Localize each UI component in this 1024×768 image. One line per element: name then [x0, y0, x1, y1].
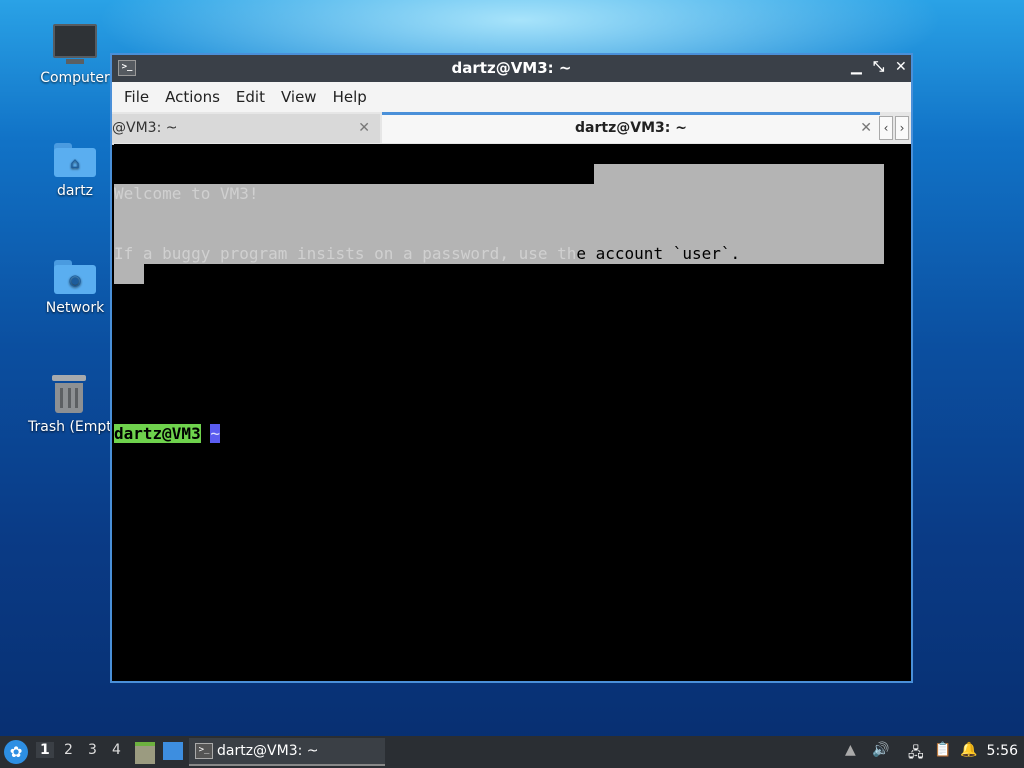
- prompt-user: dartz@VM3: [114, 424, 201, 443]
- menu-view[interactable]: View: [273, 88, 325, 106]
- terminal-window: >_ dartz@VM3: ~ ▁ ⤡ ✕ File Actions Edit …: [110, 53, 913, 683]
- tray-up-arrow-icon[interactable]: ▲: [845, 742, 856, 758]
- prompt-dir: ~: [210, 424, 220, 443]
- clock[interactable]: 5:56: [987, 743, 1018, 759]
- menu-actions[interactable]: Actions: [157, 88, 228, 106]
- network-icon[interactable]: 🖧: [908, 742, 924, 766]
- terminal-line: Welcome to VM3!: [114, 184, 259, 203]
- typed-command: sudo rm /bin: [239, 424, 365, 443]
- terminal-prompt-line: dartz@VM3:~$ sudo rm /bin: [114, 424, 740, 444]
- taskbar-task-terminal[interactable]: >_ dartz@VM3: ~: [189, 738, 385, 766]
- menu-edit[interactable]: Edit: [228, 88, 273, 106]
- taskbar: ✿ 1 2 3 4 >_ dartz@VM3: ~ ▲ 🔊 🖧 📋 🔔 5:56: [0, 736, 1024, 768]
- tab-1[interactable]: @VM3: ~ ✕: [112, 114, 380, 143]
- terminal-area[interactable]: Welcome to VM3! If a buggy program insis…: [114, 144, 911, 681]
- computer-icon: [53, 24, 97, 64]
- terminal-line: The passsword for that account is simply…: [114, 304, 577, 323]
- notification-icon[interactable]: 🔔: [960, 742, 977, 758]
- workspace-4[interactable]: 4: [112, 742, 121, 758]
- show-desktop-icon[interactable]: [163, 742, 183, 760]
- tab-next-button[interactable]: ›: [895, 116, 909, 140]
- volume-icon[interactable]: 🔊: [872, 742, 889, 758]
- menu-help[interactable]: Help: [325, 88, 375, 106]
- file-manager-icon[interactable]: [135, 742, 155, 764]
- trash-icon: [52, 375, 86, 413]
- window-titlebar[interactable]: >_ dartz@VM3: ~ ▁ ⤡ ✕: [112, 55, 911, 82]
- tab-bar: @VM3: ~ ✕ dartz@VM3: ~ ✕ ‹ ›: [112, 112, 911, 145]
- tab-label: dartz@VM3: ~: [575, 120, 687, 136]
- tab-close-icon[interactable]: ✕: [358, 120, 370, 136]
- desktop-icon-trash[interactable]: Trash (Empty): [26, 375, 112, 435]
- desktop-icon-label: Trash (Empty): [28, 419, 112, 435]
- home-folder-icon: ⌂: [54, 143, 96, 177]
- start-menu-icon[interactable]: ✿: [4, 740, 28, 764]
- tab-label: @VM3: ~: [112, 120, 178, 136]
- close-button[interactable]: ✕: [895, 59, 907, 75]
- workspace-3[interactable]: 3: [88, 742, 97, 758]
- terminal-task-icon: >_: [195, 743, 213, 759]
- text-cursor: [366, 425, 377, 442]
- tab-close-icon[interactable]: ✕: [860, 120, 872, 136]
- network-folder-icon: ◉: [54, 260, 96, 294]
- maximize-button[interactable]: ⤡: [873, 59, 884, 75]
- menubar: File Actions Edit View Help: [112, 82, 911, 112]
- menu-file[interactable]: File: [116, 88, 157, 106]
- window-title: dartz@VM3: ~: [451, 59, 572, 77]
- tab-prev-button[interactable]: ‹: [879, 116, 893, 140]
- workspace-1[interactable]: 1: [36, 742, 54, 758]
- tab-2-active[interactable]: dartz@VM3: ~ ✕: [382, 112, 880, 143]
- clipboard-icon[interactable]: 📋: [934, 742, 951, 758]
- workspace-2[interactable]: 2: [64, 742, 73, 758]
- task-label: dartz@VM3: ~: [217, 743, 319, 759]
- minimize-button[interactable]: ▁: [851, 59, 862, 75]
- terminal-line: If a buggy program insists on a password…: [114, 244, 741, 263]
